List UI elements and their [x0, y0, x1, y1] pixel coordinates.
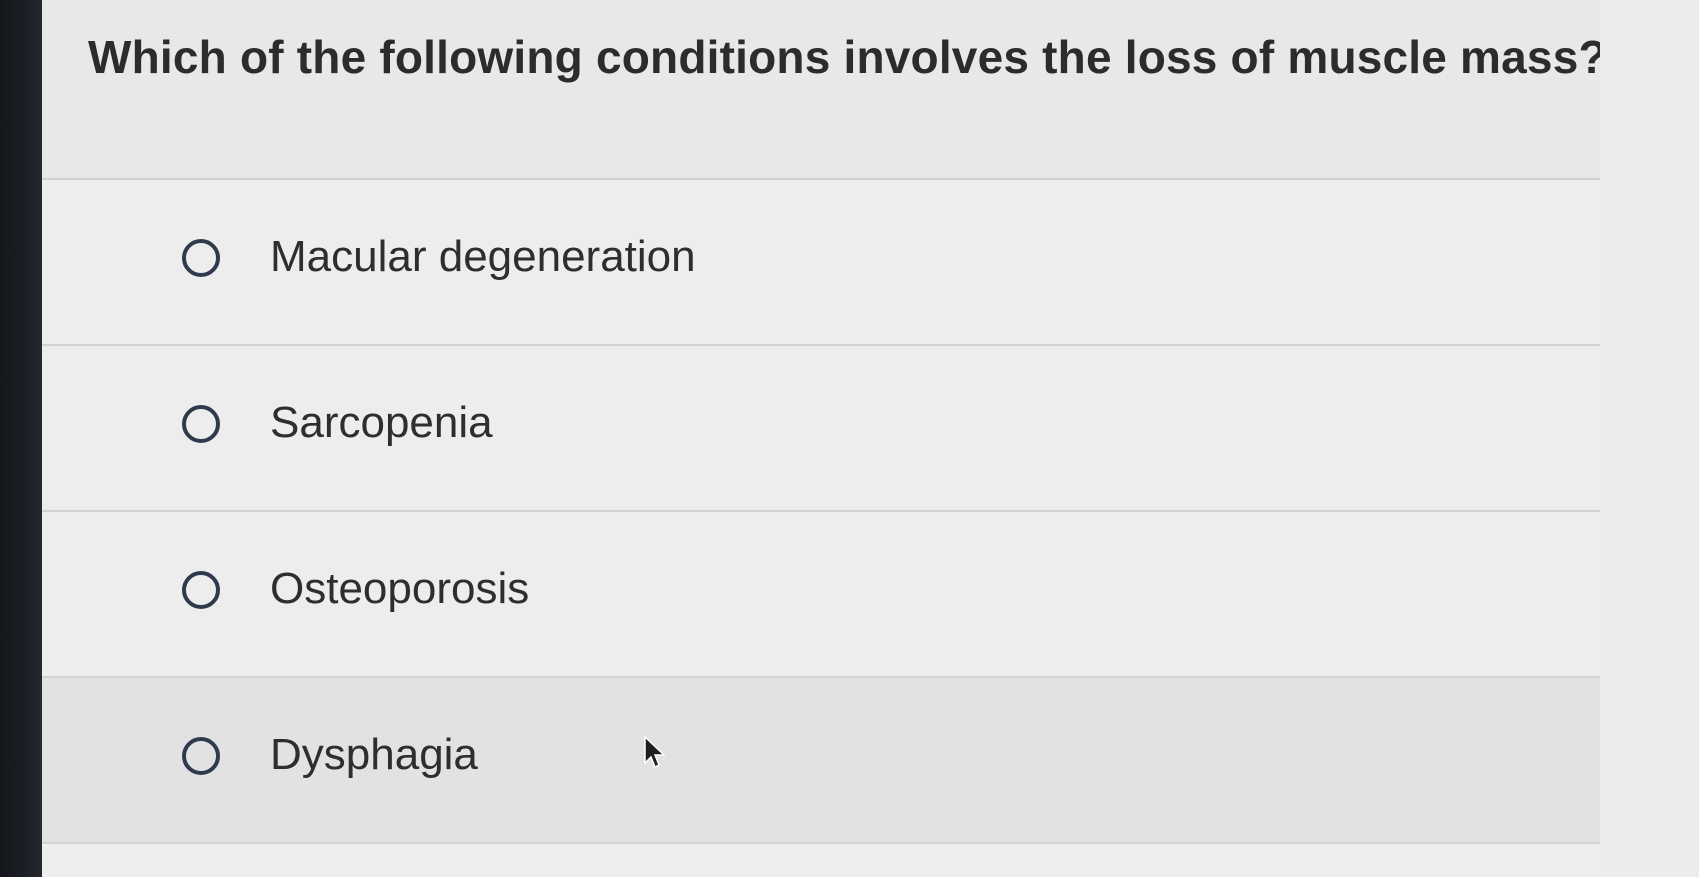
radio-unselected-icon[interactable]	[182, 239, 220, 277]
answer-choice-sarcopenia[interactable]: Sarcopenia	[42, 346, 1600, 512]
question-text: Which of the following conditions involv…	[88, 31, 1607, 83]
page-right-margin	[1600, 0, 1699, 877]
question-card: Which of the following conditions involv…	[42, 0, 1607, 877]
answer-choice-dysphagia[interactable]: Dysphagia	[42, 678, 1600, 844]
answer-choice-label: Sarcopenia	[270, 398, 493, 447]
answer-choice-label: Dysphagia	[270, 730, 478, 779]
radio-unselected-icon[interactable]	[182, 737, 220, 775]
answer-choices: Macular degeneration Sarcopenia Osteopor…	[42, 180, 1600, 844]
radio-unselected-icon[interactable]	[182, 571, 220, 609]
question-header: Which of the following conditions involv…	[42, 0, 1607, 180]
answer-choice-macular-degeneration[interactable]: Macular degeneration	[42, 180, 1600, 346]
mouse-pointer-icon	[644, 735, 666, 769]
quiz-screen: Which of the following conditions involv…	[0, 0, 1699, 877]
radio-unselected-icon[interactable]	[182, 405, 220, 443]
answer-choice-label: Osteoporosis	[270, 564, 530, 613]
screen-bezel	[0, 0, 42, 877]
answer-choice-label: Macular degeneration	[270, 232, 696, 281]
answer-choice-osteoporosis[interactable]: Osteoporosis	[42, 512, 1600, 678]
